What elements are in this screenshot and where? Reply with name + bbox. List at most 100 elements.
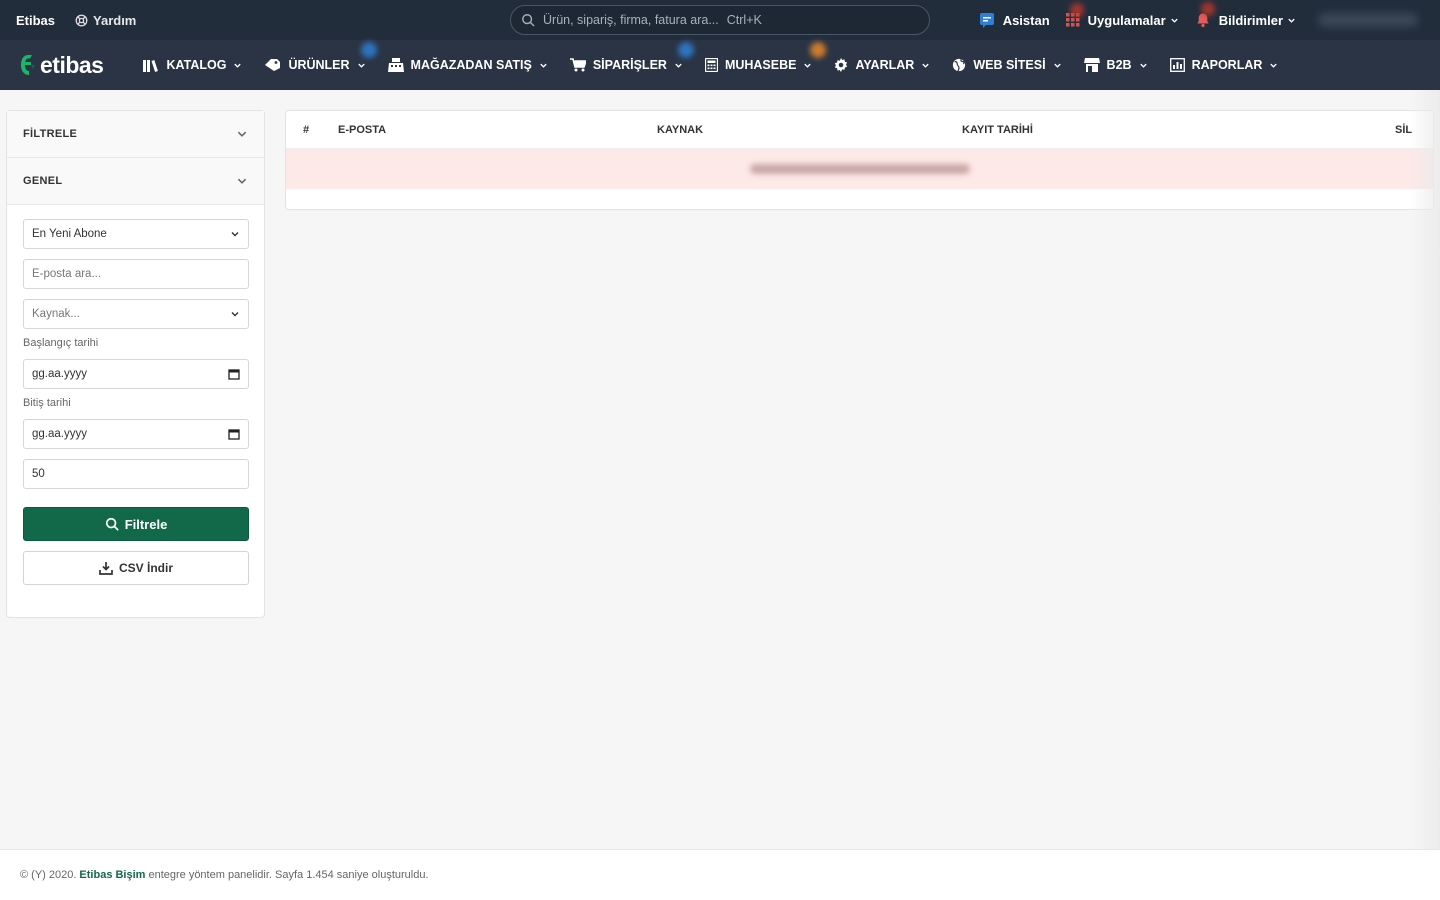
apps-badge <box>1069 2 1084 17</box>
filter-button-label: Filtrele <box>124 516 168 532</box>
email-search-placeholder: E-posta ara... <box>32 268 102 280</box>
store-icon <box>1083 58 1100 72</box>
start-date-value: gg.aa.yyyy <box>32 368 87 380</box>
chevron-down-icon <box>1270 63 1278 68</box>
nav-website-label: WEB SİTESİ <box>973 58 1046 72</box>
chevron-down-icon <box>540 63 547 68</box>
email-search-input[interactable]: E-posta ara... <box>23 259 249 289</box>
calendar-icon[interactable] <box>228 428 240 440</box>
end-date-value: gg.aa.yyyy <box>32 428 87 440</box>
tag-icon <box>264 58 281 72</box>
nav-store-sales[interactable]: MAĞAZADAN SATIŞ <box>387 58 548 72</box>
filter-section-title: FİLTRELE <box>23 128 78 140</box>
nav-products-label: ÜRÜNLER <box>288 58 350 72</box>
filter-form: En Yeni Abone E-posta ara... Kaynak... B… <box>7 205 264 585</box>
nav-b2b[interactable]: B2B <box>1083 58 1148 72</box>
search-shortcut: Ctrl+K <box>726 13 762 27</box>
chat-icon <box>979 12 994 28</box>
nav-catalog[interactable]: KATALOG <box>143 58 242 72</box>
nav-orders-label: SİPARİŞLER <box>592 58 667 72</box>
chevron-down-icon <box>1053 63 1061 68</box>
right-edge-shadow <box>1410 90 1440 900</box>
chevron-down-icon <box>1139 63 1147 68</box>
lifebuoy-icon <box>75 14 88 26</box>
csv-download-button[interactable]: CSV İndir <box>23 551 249 585</box>
calendar-icon[interactable] <box>228 368 240 380</box>
filter-button[interactable]: Filtrele <box>23 507 249 541</box>
chevron-down-icon <box>234 63 242 68</box>
help-label: Yardım <box>93 12 137 28</box>
nav-store-sales-label: MAĞAZADAN SATIŞ <box>410 58 532 72</box>
notifications-menu[interactable]: Bildirimler <box>1195 2 1296 28</box>
main-navbar: etibas KATALOG ÜRÜNLER MAĞAZADAN SATIŞ S… <box>0 40 1440 90</box>
cash-register-icon <box>387 58 404 72</box>
sort-select[interactable]: En Yeni Abone <box>23 219 249 249</box>
chevron-down-icon <box>357 63 365 68</box>
footer-copyright: © (Y) 2020. <box>20 869 77 881</box>
help-link[interactable]: Yardım <box>75 13 136 28</box>
assistant-button[interactable]: Asistan <box>979 12 1050 29</box>
global-search[interactable]: Ürün, sipariş, firma, fatura ara... Ctrl… <box>510 5 930 35</box>
notifications-badge <box>1200 2 1215 16</box>
footer-company-link[interactable]: Etibas Bişim <box>79 869 145 881</box>
top-bar: Etibas Yardım Ürün, sipariş, firma, fatu… <box>0 0 1440 40</box>
end-date-input[interactable]: gg.aa.yyyy <box>23 419 249 449</box>
nav-products[interactable]: ÜRÜNLER <box>264 42 378 72</box>
filter-panel: FİLTRELE GENEL En Yeni Abone E-posta ara… <box>6 110 265 618</box>
nav-settings-label: AYARLAR <box>855 58 915 72</box>
books-icon <box>143 59 159 72</box>
csv-download-label: CSV İndir <box>118 561 173 575</box>
nav-website[interactable]: WEB SİTESİ <box>952 58 1061 72</box>
general-section-title: GENEL <box>23 175 63 187</box>
filter-section-header[interactable]: FİLTRELE <box>7 111 264 158</box>
logo-mark-icon <box>21 55 35 75</box>
limit-input[interactable]: 50 <box>23 459 249 489</box>
download-icon <box>99 561 113 575</box>
nav-orders[interactable]: SİPARİŞLER <box>569 42 694 72</box>
footer-info: entegre yöntem panelidir. Sayfa 1.454 sa… <box>148 869 429 881</box>
accounting-badge <box>809 42 826 58</box>
column-index: # <box>303 123 310 136</box>
top-right-actions: Asistan Uygulamalar Bildirimler <box>963 0 1418 40</box>
nav-reports-label: RAPORLAR <box>1191 58 1263 72</box>
search-placeholder: Ürün, sipariş, firma, fatura ara... <box>543 13 719 27</box>
nav-accounting-label: MUHASEBE <box>724 58 797 72</box>
chevron-down-icon <box>804 63 812 68</box>
chevron-down-icon <box>237 178 247 184</box>
globe-icon <box>952 58 966 72</box>
calculator-icon <box>704 58 718 72</box>
source-select[interactable]: Kaynak... <box>23 299 249 329</box>
source-select-placeholder: Kaynak... <box>32 308 80 320</box>
chevron-down-icon <box>1171 18 1178 23</box>
column-email[interactable]: E-POSTA <box>338 124 386 136</box>
nav-settings[interactable]: AYARLAR <box>834 58 930 72</box>
logo[interactable]: etibas <box>20 51 104 79</box>
chevron-down-icon <box>237 131 247 137</box>
orders-badge <box>677 42 694 58</box>
sort-select-value: En Yeni Abone <box>32 228 107 240</box>
brand-name[interactable]: Etibas <box>16 13 55 28</box>
column-register-date[interactable]: KAYIT TARİHİ <box>962 124 1033 136</box>
logo-wordmark: etibas <box>40 51 104 78</box>
footer: © (Y) 2020. Etibas Bişim entegre yöntem … <box>0 849 1440 900</box>
general-section-header[interactable]: GENEL <box>7 158 264 205</box>
empty-state-row <box>286 149 1433 189</box>
nav-accounting[interactable]: MUHASEBE <box>704 42 826 72</box>
bar-chart-icon <box>1169 58 1185 72</box>
subscribers-table: # E-POSTA KAYNAK KAYIT TARİHİ SİL <box>285 110 1434 210</box>
table-header: # E-POSTA KAYNAK KAYIT TARİHİ SİL <box>286 111 1433 149</box>
chevron-down-icon <box>675 63 682 68</box>
nav-reports[interactable]: RAPORLAR <box>1169 58 1279 72</box>
start-date-input[interactable]: gg.aa.yyyy <box>23 359 249 389</box>
products-badge <box>361 42 378 58</box>
search-icon <box>105 517 119 531</box>
chevron-down-icon <box>922 63 929 68</box>
cart-icon <box>569 58 586 72</box>
empty-state-text <box>749 164 970 174</box>
column-source[interactable]: KAYNAK <box>657 124 703 136</box>
chevron-down-icon <box>231 312 239 317</box>
user-menu[interactable] <box>1318 13 1418 27</box>
search-icon <box>522 14 535 27</box>
apps-label: Uygulamalar <box>1087 12 1166 28</box>
apps-menu[interactable]: Uygulamalar <box>1065 2 1179 28</box>
